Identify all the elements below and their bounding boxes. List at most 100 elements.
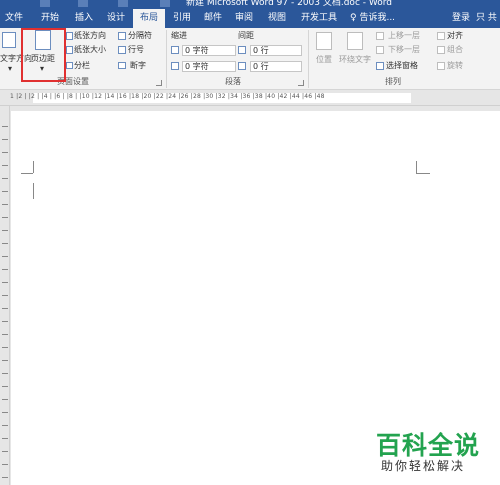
tell-me-search[interactable]: ♀ 告诉我... <box>350 9 395 28</box>
align-icon <box>437 32 445 40</box>
text-direction-icon[interactable] <box>2 32 16 48</box>
ruler-tick <box>2 217 8 218</box>
login-button[interactable]: 登录 <box>452 9 470 28</box>
orientation-icon <box>66 32 73 40</box>
ruler-ticks: 1 |2 | |2 | |4 | |6 | |8 | |10 |12 |14 |… <box>10 93 325 100</box>
tab-view[interactable]: 视图 <box>263 9 291 28</box>
wrap-text-button[interactable]: 环绕文字 <box>339 55 371 65</box>
ruler-tick <box>2 347 8 348</box>
crop-mark-icon <box>33 161 34 173</box>
arrange-group-label: 排列 <box>385 77 401 86</box>
ruler-tick <box>2 373 8 374</box>
ruler-tick <box>2 126 8 127</box>
size-icon <box>66 46 73 54</box>
watermark-subtitle: 助你轻松解决 <box>381 459 466 473</box>
breaks-icon <box>118 32 126 40</box>
line-numbers-icon <box>118 46 126 54</box>
indent-right-icon <box>171 62 179 70</box>
horizontal-ruler[interactable]: 1 |2 | |2 | |4 | |6 | |8 | |10 |12 |14 |… <box>0 90 500 106</box>
ruler-tick <box>2 295 8 296</box>
bring-forward-button[interactable]: 上移一层 <box>388 31 420 41</box>
group-divider <box>308 30 309 88</box>
share-button[interactable]: 只 共 <box>476 9 497 28</box>
tab-home[interactable]: 开始 <box>36 9 64 28</box>
send-backward-icon <box>376 46 384 54</box>
orientation-button[interactable]: 纸张方向 <box>74 31 106 41</box>
ruler-tick <box>2 334 8 335</box>
rotate-icon <box>437 62 445 70</box>
window-title: 新建 Microsoft Word 97 - 2003 文档.doc - Wor… <box>186 0 392 8</box>
paragraph-launcher-icon[interactable] <box>298 80 304 86</box>
ruler-tick <box>2 451 8 452</box>
redo-icon[interactable] <box>118 0 128 7</box>
ruler-tick <box>2 399 8 400</box>
crop-mark-icon <box>416 173 430 174</box>
ruler-tick <box>2 230 8 231</box>
indent-left-icon <box>171 46 179 54</box>
ruler-tick <box>2 152 8 153</box>
ruler-tick <box>2 412 8 413</box>
spacing-before-icon <box>238 46 246 54</box>
position-icon[interactable] <box>316 32 332 50</box>
spacing-before-input[interactable]: 0 行 <box>250 45 302 56</box>
hyphenation-button[interactable]: 断字 <box>130 61 146 71</box>
text-cursor <box>33 183 34 199</box>
columns-button[interactable]: 分栏 <box>74 61 90 71</box>
spacing-label: 间距 <box>238 31 254 40</box>
title-bar: 新建 Microsoft Word 97 - 2003 文档.doc - Wor… <box>0 0 500 9</box>
tab-insert[interactable]: 插入 <box>70 9 98 28</box>
ruler-tick <box>2 386 8 387</box>
tab-mailings[interactable]: 邮件 <box>199 9 227 28</box>
spacing-after-input[interactable]: 0 行 <box>250 61 302 72</box>
tab-references[interactable]: 引用 <box>168 9 196 28</box>
hyphenation-icon <box>118 62 126 69</box>
ruler-tick <box>2 204 8 205</box>
send-backward-button[interactable]: 下移一层 <box>388 45 420 55</box>
ruler-tick <box>2 282 8 283</box>
page-setup-launcher-icon[interactable] <box>156 80 162 86</box>
ruler-tick <box>2 477 8 478</box>
ruler-tick <box>2 165 8 166</box>
size-button[interactable]: 纸张大小 <box>74 45 106 55</box>
tab-review[interactable]: 审阅 <box>230 9 258 28</box>
tab-design[interactable]: 设计 <box>102 9 130 28</box>
ruler-tick <box>2 139 8 140</box>
ribbon-layout: 文字方向 ▾ 页边距 ▾ 纸张方向 纸张大小 分栏 分隔符 行号 断字 页面设置… <box>0 28 500 90</box>
spacing-after-icon <box>238 62 246 70</box>
align-button[interactable]: 对齐 <box>447 31 463 41</box>
ruler-tick <box>2 321 8 322</box>
ruler-tick <box>2 308 8 309</box>
indent-right-input[interactable]: 0 字符 <box>182 61 236 72</box>
indent-left-input[interactable]: 0 字符 <box>182 45 236 56</box>
margins-highlight <box>21 28 66 82</box>
tab-developer[interactable]: 开发工具 <box>297 9 341 28</box>
line-numbers-button[interactable]: 行号 <box>128 45 144 55</box>
position-button[interactable]: 位置 <box>316 55 332 65</box>
ruler-tick <box>2 425 8 426</box>
crop-mark-icon <box>21 173 33 174</box>
wrap-text-icon[interactable] <box>347 32 363 50</box>
crop-mark-icon <box>416 161 417 173</box>
paragraph-group-label: 段落 <box>225 77 241 86</box>
save-icon[interactable] <box>40 0 50 7</box>
vertical-ruler[interactable] <box>0 106 10 485</box>
group-divider <box>166 30 167 88</box>
ruler-tick <box>2 464 8 465</box>
indent-label: 缩进 <box>171 31 187 40</box>
tab-layout[interactable]: 布局 <box>133 9 165 28</box>
customize-icon[interactable] <box>160 0 170 7</box>
ruler-tick <box>2 191 8 192</box>
group-button[interactable]: 组合 <box>447 45 463 55</box>
tab-file[interactable]: 文件 <box>0 9 28 28</box>
undo-icon[interactable] <box>78 0 88 7</box>
rotate-button[interactable]: 旋转 <box>447 61 463 71</box>
columns-icon <box>66 62 73 69</box>
chevron-down-icon[interactable]: ▾ <box>8 64 12 74</box>
ruler-tick <box>2 243 8 244</box>
breaks-button[interactable]: 分隔符 <box>128 31 152 41</box>
selection-pane-icon <box>376 62 384 70</box>
selection-pane-button[interactable]: 选择窗格 <box>386 61 418 71</box>
ribbon-tabs: 文件 开始 插入 设计 布局 引用 邮件 审阅 视图 开发工具 ♀ 告诉我...… <box>0 9 500 28</box>
ruler-tick <box>2 438 8 439</box>
bring-forward-icon <box>376 32 384 40</box>
